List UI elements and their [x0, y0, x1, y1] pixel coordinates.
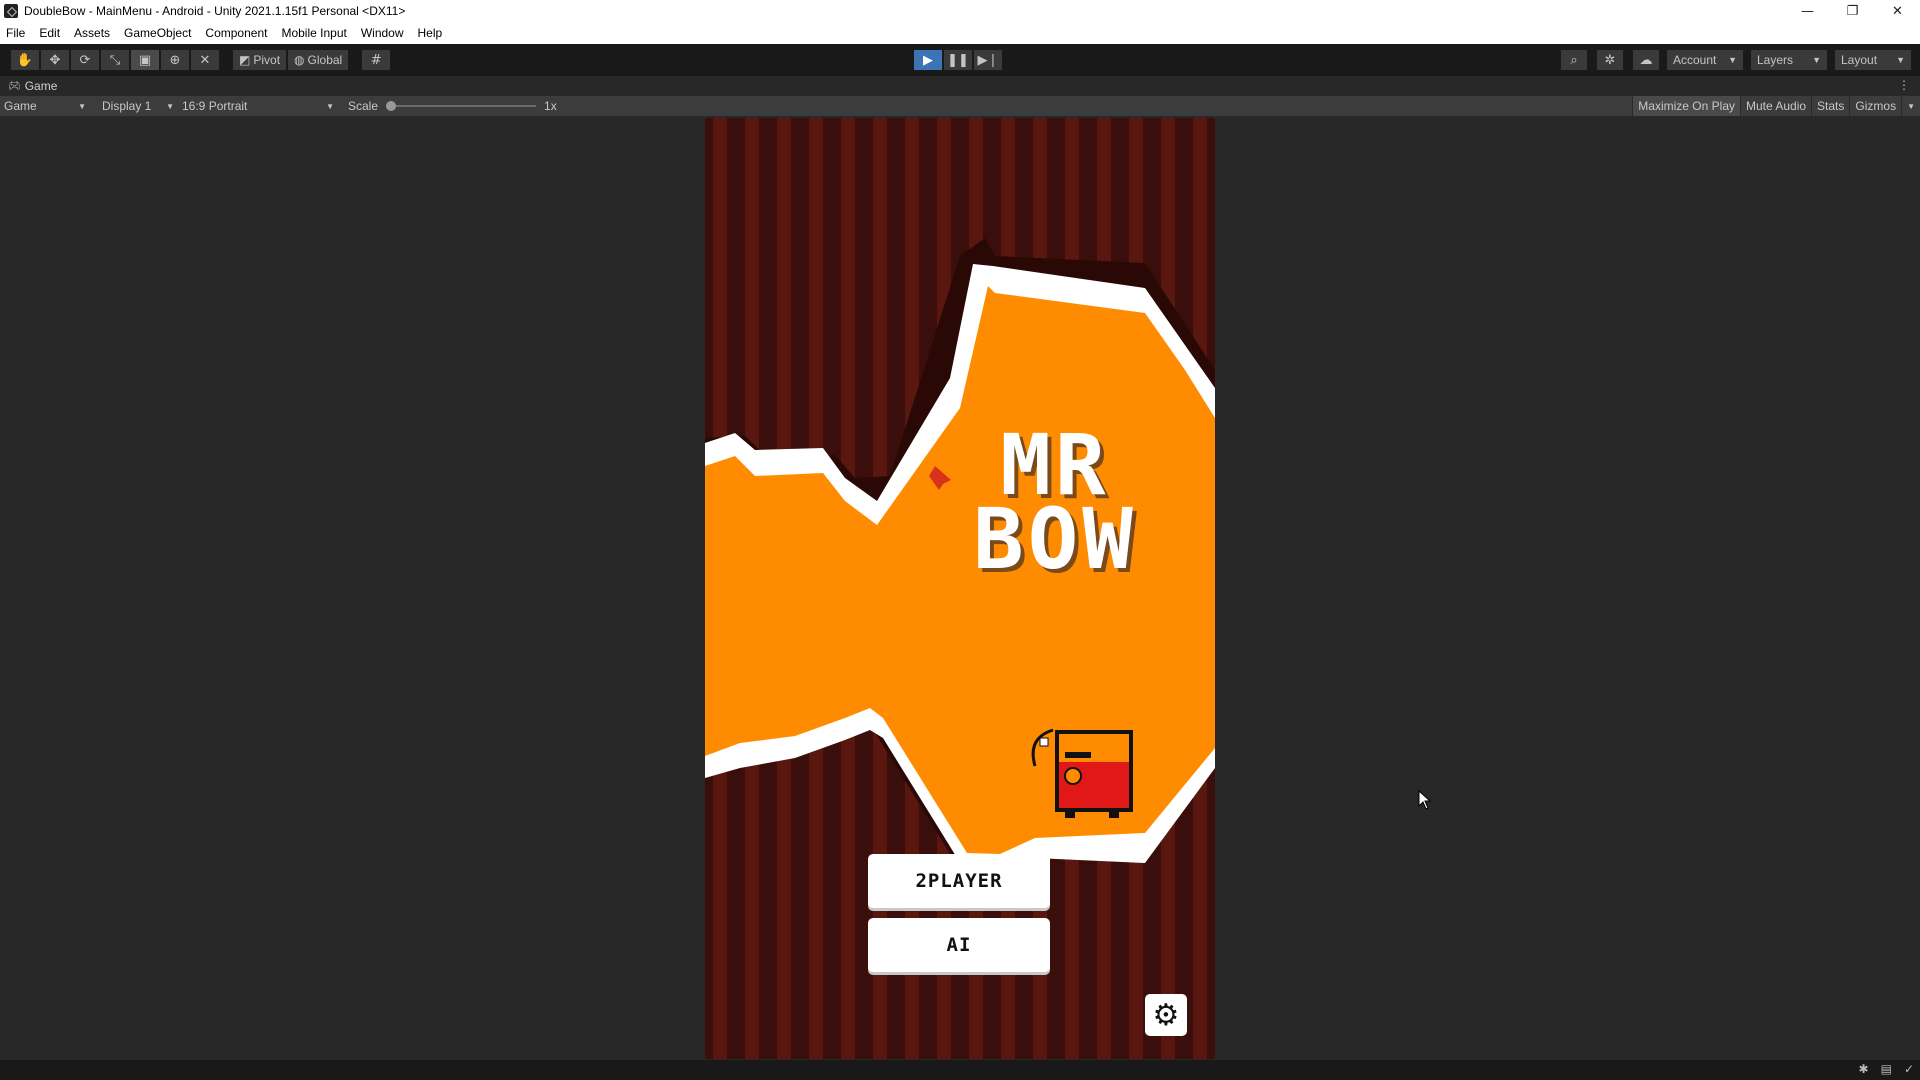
console-icon[interactable]: ▤ [1881, 1062, 1892, 1076]
minimize-button[interactable]: — [1785, 0, 1830, 22]
status-icons: ✱ ▤ ✓ [1847, 1062, 1914, 1076]
scale-label: Scale [348, 99, 379, 113]
maximize-on-play-toggle[interactable]: Maximize On Play [1632, 96, 1740, 116]
layout-label: Layout [1841, 53, 1878, 67]
account-dropdown[interactable]: Account ▼ [1666, 49, 1744, 71]
services-icon[interactable]: ✲ [1596, 49, 1624, 71]
chevron-down-icon: ▼ [78, 101, 86, 111]
search-icon[interactable]: ⌕ [1560, 49, 1588, 71]
chevron-down-icon: ▼ [1812, 55, 1821, 65]
pause-button[interactable]: ❚❚ [943, 49, 973, 71]
restore-button[interactable]: ❐ [1830, 0, 1875, 22]
grid-group: # [361, 49, 392, 71]
chevron-down-icon: ▼ [1896, 55, 1905, 65]
ai-button[interactable]: AI [868, 918, 1050, 972]
tab-game[interactable]: 🎮︎ Game [0, 79, 57, 93]
aspect-label: 16:9 Portrait [182, 99, 248, 113]
rect-icon[interactable]: ▣ [130, 49, 160, 71]
grid-snap-icon[interactable]: # [361, 49, 392, 71]
menu-help[interactable]: Help [418, 26, 443, 40]
gamepad-icon: 🎮︎ [8, 80, 21, 92]
chevron-down-icon: ▼ [166, 101, 174, 111]
toolbar-right: ⌕ ✲ ☁ Account ▼ Layers ▼ Layout ▼ [1552, 49, 1912, 71]
custom-tool-icon[interactable]: ✕ [190, 49, 220, 71]
rotate-icon[interactable]: ⟳ [70, 49, 100, 71]
display-label: Display 1 [102, 99, 152, 113]
stats-toggle[interactable]: Stats [1811, 96, 1849, 116]
game-tab-row: 🎮︎ Game ⋮ [0, 76, 1920, 96]
gizmos-toggle[interactable]: Gizmos [1849, 96, 1901, 116]
game-title: MR BOW [945, 423, 1165, 588]
window-controls: — ❐ ✕ [1785, 0, 1920, 22]
menu-mobile-input[interactable]: Mobile Input [281, 26, 346, 40]
pivot-label: Pivot [253, 53, 281, 67]
transform-tools: ✋ ✥ ⟳ ⤡ ▣ ⊕ ✕ [10, 49, 220, 71]
kebab-menu-icon[interactable]: ⋮ [1898, 78, 1910, 92]
account-label: Account [1673, 53, 1717, 67]
chevron-down-icon: ▼ [326, 101, 334, 111]
gear-icon: ⚙ [1152, 997, 1180, 1033]
playback-controls: ▶ ❚❚ ▶❘ [913, 49, 1003, 71]
view-label: Game [4, 99, 37, 113]
bug-icon[interactable]: ✱ [1859, 1062, 1869, 1076]
game-canvas[interactable]: MR BOW 2PLAYER AI ⚙ [705, 118, 1215, 1059]
cloud-icon[interactable]: ☁ [1632, 49, 1660, 71]
layout-dropdown[interactable]: Layout ▼ [1834, 49, 1912, 71]
layers-dropdown[interactable]: Layers ▼ [1750, 49, 1828, 71]
menu-edit[interactable]: Edit [39, 26, 60, 40]
two-player-button[interactable]: 2PLAYER [868, 854, 1050, 908]
menu-component[interactable]: Component [205, 26, 267, 40]
play-button[interactable]: ▶ [913, 49, 943, 71]
gizmos-dropdown[interactable]: ▼ [1901, 96, 1920, 116]
game-view-options: Maximize On Play Mute Audio Stats Gizmos… [1632, 96, 1920, 116]
unity-logo-icon [4, 4, 18, 18]
pivot-icon: ◩ [239, 53, 251, 67]
hand-icon[interactable]: ✋ [10, 49, 40, 71]
window-title: DoubleBow - MainMenu - Android - Unity 2… [24, 4, 406, 18]
game-view: MR BOW 2PLAYER AI ⚙ [0, 116, 1920, 1060]
menu-window[interactable]: Window [361, 26, 404, 40]
settings-button[interactable]: ⚙ [1145, 994, 1187, 1036]
scale-control: Scale 1x [348, 99, 557, 113]
mute-audio-toggle[interactable]: Mute Audio [1740, 96, 1811, 116]
pivot-group: ◩ Pivot ◍ Global [232, 49, 350, 71]
view-dropdown[interactable]: Game ▼ [0, 96, 90, 116]
title-bar: DoubleBow - MainMenu - Android - Unity 2… [0, 0, 1920, 22]
move-icon[interactable]: ✥ [40, 49, 70, 71]
menu-assets[interactable]: Assets [74, 26, 110, 40]
tab-game-label: Game [24, 79, 58, 93]
globe-icon: ◍ [294, 53, 305, 67]
close-button[interactable]: ✕ [1875, 0, 1920, 22]
scale-value: 1x [544, 99, 557, 113]
check-icon[interactable]: ✓ [1904, 1062, 1914, 1076]
menu-bar: File Edit Assets GameObject Component Mo… [0, 22, 1920, 44]
game-title-line2: BOW [973, 490, 1137, 588]
global-toggle[interactable]: ◍ Global [287, 49, 350, 71]
scale-icon[interactable]: ⤡ [100, 49, 130, 71]
status-bar: ✱ ▤ ✓ [0, 1060, 1920, 1080]
transform-icon[interactable]: ⊕ [160, 49, 190, 71]
pivot-toggle[interactable]: ◩ Pivot [232, 49, 288, 71]
step-button[interactable]: ▶❘ [973, 49, 1003, 71]
scale-slider-thumb[interactable] [386, 101, 397, 111]
menu-file[interactable]: File [6, 26, 25, 40]
scale-slider[interactable] [386, 101, 537, 111]
aspect-dropdown[interactable]: 16:9 Portrait ▼ [178, 96, 338, 116]
mouse-cursor-icon [1418, 790, 1432, 810]
chevron-down-icon: ▼ [1728, 55, 1737, 65]
display-dropdown[interactable]: Display 1 ▼ [98, 96, 178, 116]
global-label: Global [307, 53, 343, 67]
menu-gameobject[interactable]: GameObject [124, 26, 191, 40]
layers-label: Layers [1757, 53, 1794, 67]
main-toolbar: ✋ ✥ ⟳ ⤡ ▣ ⊕ ✕ ◩ Pivot ◍ Global # ▶ ❚❚ ▶❘… [0, 44, 1920, 76]
game-controls-bar: Game ▼ Display 1 ▼ 16:9 Portrait ▼ Scale… [0, 96, 1920, 116]
